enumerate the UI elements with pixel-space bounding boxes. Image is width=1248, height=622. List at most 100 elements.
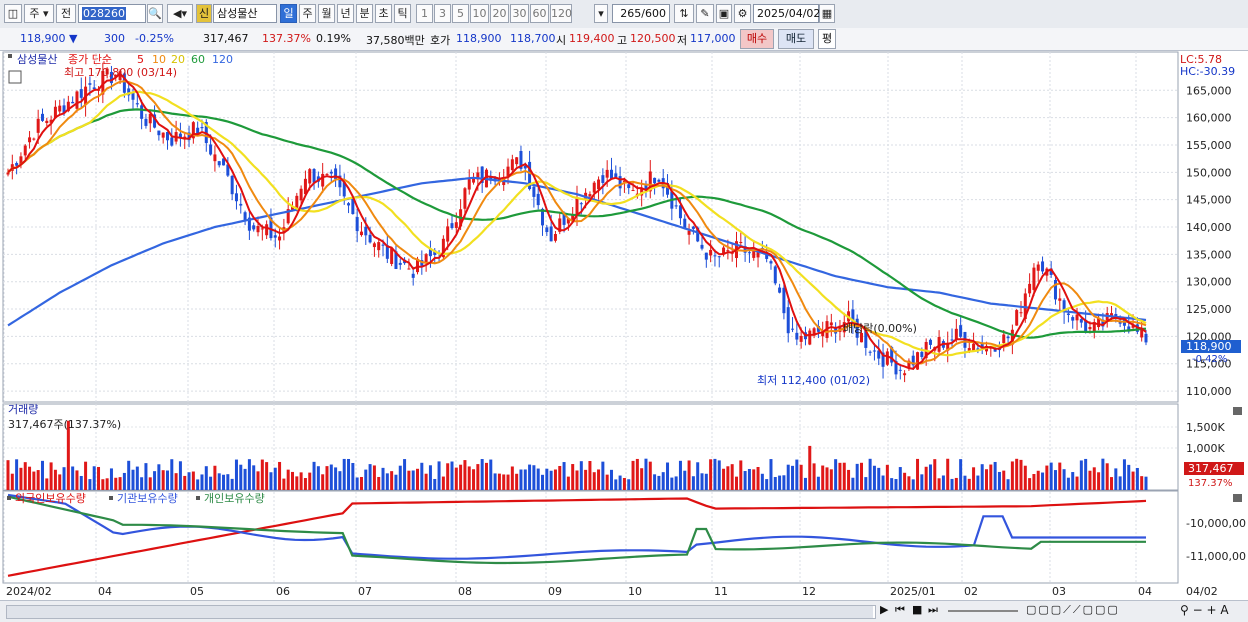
avg-button[interactable]: 평 [818, 29, 836, 49]
period-tab-5[interactable]: 초 [375, 4, 392, 23]
calendar-icon[interactable]: ▦ [819, 4, 835, 23]
save-icon[interactable]: ▣ [716, 4, 732, 23]
interval-tab-20[interactable]: 20 [490, 4, 509, 23]
volume-bar [114, 477, 118, 490]
zoom-slider[interactable] [948, 610, 1018, 612]
buy-button[interactable]: 매수 [740, 29, 774, 49]
gear-icon[interactable]: ⚙ [734, 4, 751, 23]
volume-bar [687, 460, 691, 490]
candle-body [782, 287, 786, 314]
volume-bar [282, 478, 286, 490]
candle-body [872, 350, 876, 352]
fast-forward-icon[interactable]: ⏭ [928, 603, 938, 617]
period-tab-0[interactable]: 일 [280, 4, 297, 23]
volume-bar [58, 474, 62, 490]
scroll-track[interactable] [6, 605, 876, 619]
candle-body [575, 197, 579, 216]
candle-body [1032, 267, 1036, 290]
volume-bar [1097, 472, 1101, 490]
volume-bar [1092, 467, 1096, 490]
volume-bar [502, 474, 506, 490]
candle-body [691, 226, 695, 229]
volume-bar [898, 467, 902, 490]
volume-bar [135, 466, 139, 490]
volume-bar [209, 476, 213, 490]
candle-body [898, 369, 902, 371]
scroll-right-icon[interactable]: ▶ [880, 603, 888, 616]
period-tab-3[interactable]: 년 [337, 4, 354, 23]
volume-bar [36, 470, 40, 490]
volume-bar [678, 460, 682, 490]
volume-bar [101, 479, 105, 490]
volume-bar [303, 478, 307, 490]
volume-bar [252, 465, 256, 490]
volume-panel-close-icon[interactable] [1233, 407, 1242, 415]
volume-bar [553, 469, 557, 490]
interval-tab-5[interactable]: 5 [452, 4, 469, 23]
chart-type-icon[interactable]: ⇅ [674, 4, 694, 23]
y-tick-label: 135,000 [1186, 248, 1232, 261]
volume-bar [10, 473, 14, 490]
volume-bar [877, 467, 881, 490]
volume-bar [989, 464, 993, 490]
stop-icon[interactable]: ■ [912, 603, 922, 616]
interval-tab-3[interactable]: 3 [434, 4, 451, 23]
period-tab-4[interactable]: 분 [356, 4, 373, 23]
volume-bar [717, 460, 721, 490]
date-field[interactable]: 2025/04/02 [753, 4, 820, 23]
chart-toolbar: ◫ 주 ▾ 전 028260 🔍 ◀▾ 신 삼성물산 일주월년분초틱 1 3 5 10… [0, 0, 1248, 29]
volume-bar [506, 474, 510, 490]
search-icon[interactable]: 🔍 [147, 4, 163, 23]
interval-tab-60[interactable]: 60 [530, 4, 549, 23]
candle-body [631, 190, 635, 192]
price-chart[interactable]: 110,000115,000120,000125,000130,000135,0… [0, 50, 1248, 600]
volume-bar [549, 470, 553, 490]
interval-tab-1[interactable]: 1 [416, 4, 433, 23]
volume-bar [234, 459, 238, 490]
zoom-icons[interactable]: ⚲ − + A [1180, 603, 1229, 617]
volume-bar [752, 469, 756, 490]
candle-body [1019, 312, 1023, 314]
holdings-panel-close-icon[interactable] [1233, 494, 1242, 502]
volume-bar [993, 461, 997, 490]
rewind-icon[interactable]: ⏮ [895, 603, 905, 617]
interval-tab-30[interactable]: 30 [510, 4, 529, 23]
scroll-thumb[interactable] [7, 606, 873, 618]
candle-body [260, 228, 264, 230]
volume-bar [170, 459, 174, 490]
volume-bar [394, 474, 398, 490]
stock-name-field[interactable]: 삼성물산 [213, 4, 277, 23]
period-tab-6[interactable]: 틱 [394, 4, 411, 23]
volume-bar [864, 477, 868, 490]
volume-bar [97, 466, 101, 490]
volume-bar [868, 458, 872, 490]
volume-bar [243, 468, 247, 490]
volume-bar [730, 464, 734, 490]
volume-bar [743, 471, 747, 490]
sell-button[interactable]: 매도 [778, 29, 814, 49]
stock-code-input[interactable]: 028260 [78, 4, 146, 23]
market-type-select[interactable]: 주 ▾ [24, 4, 54, 23]
interval-dropdown-icon[interactable]: ▾ [594, 4, 608, 23]
window-icon[interactable]: ◫ [4, 4, 22, 23]
volume-bar [140, 477, 144, 490]
data-count-field[interactable]: 265/600 [612, 4, 670, 23]
candle-body [40, 113, 44, 121]
volume-bar [398, 465, 402, 490]
volume-bar [972, 467, 976, 490]
period-tab-1[interactable]: 주 [299, 4, 316, 23]
all-toggle-button[interactable]: 전 [56, 4, 76, 23]
volume-bar [980, 464, 984, 490]
interval-tab-10[interactable]: 10 [470, 4, 489, 23]
volume-bar [226, 474, 230, 490]
volume-bar [782, 475, 786, 490]
holdings-panel [2, 490, 1179, 584]
volume-bar [377, 476, 381, 490]
volume-bar [609, 469, 613, 490]
period-tab-2[interactable]: 월 [318, 4, 335, 23]
speaker-icon[interactable]: ◀▾ [167, 4, 193, 23]
tool-icons[interactable]: ▢▢▢⟋⟋▢▢▢ [1026, 603, 1120, 617]
interval-tab-120[interactable]: 120 [550, 4, 572, 23]
draw-tool-icon[interactable]: ✎ [696, 4, 714, 23]
data-table-icon[interactable] [8, 70, 22, 84]
